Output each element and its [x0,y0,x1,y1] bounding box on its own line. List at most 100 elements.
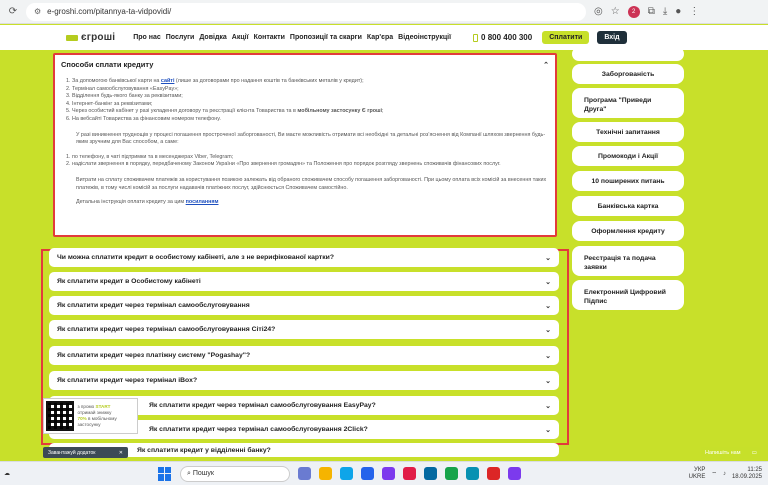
site-settings-icon[interactable]: ⚙ [34,7,41,16]
chat-icon: ▭ [751,450,757,456]
url-text: e-groshi.com/pitannya-ta-vidpovidi/ [47,7,172,16]
chevron-down-icon: ⌄ [545,326,551,334]
sidebar-item-referral[interactable]: Програма "Приведи Друга" [572,88,684,118]
logo-text: єгроші [81,32,116,43]
wifi-icon[interactable]: ⌔ [711,470,717,478]
sidebar-item-signature[interactable]: Електронний Цифровий Підпис [572,280,684,310]
sidebar-item-registration[interactable]: Реєстрація та подача заявки [572,246,684,276]
faq-item[interactable]: Як сплатити кредит через термінал iBox? ⌄ [49,371,559,390]
chevron-down-icon: ⌄ [545,377,551,385]
close-icon[interactable]: ✕ [119,450,123,456]
mobile-app-name: мобільному застосунку Є гроші [297,108,383,115]
sidebar-item-tech[interactable]: Технічні запитання [572,122,684,142]
start-icon[interactable] [158,466,172,481]
faq-item[interactable]: Чи можна сплатити кредит в особистому ка… [49,248,559,267]
pay-button[interactable]: Сплатити [542,31,590,44]
list-item: 2. надіслати звернення в порядку, передб… [66,161,501,168]
phone-link[interactable]: 0 800 400 300 [473,33,532,42]
clock[interactable]: 11:25 18.09.2025 [732,467,762,481]
instruction-link[interactable]: посиланням [186,199,219,205]
sidebar-item-promocodes[interactable]: Промокоди і Акції [572,146,684,166]
nav-item-about[interactable]: Про нас [133,34,161,41]
edge-icon[interactable] [340,467,353,480]
dropbox-icon[interactable] [424,467,437,480]
address-bar[interactable]: ⚙ e-groshi.com/pitannya-ta-vidpovidi/ [26,2,586,21]
file-explorer-icon[interactable] [319,467,332,480]
nav-item-promos[interactable]: Акції [232,34,249,41]
difficulty-paragraph: У разі виникнення труднощів у процесі по… [76,131,546,146]
nav-item-contacts[interactable]: Контакти [254,34,285,41]
avatar[interactable]: ● [675,6,681,17]
login-button[interactable]: Вхід [597,31,627,44]
chrome-icon[interactable] [445,467,458,480]
main-nav: Про нас Послуги Довідка Акції Контакти П… [133,34,451,41]
qr-code-icon [46,401,74,431]
accordion-title: Способи сплати кредиту [61,60,154,69]
chevron-down-icon: ⌄ [545,402,551,410]
chevron-up-icon[interactable]: ⌃ [543,61,549,69]
browser-toolbar: ⟳ ⚙ e-groshi.com/pitannya-ta-vidpovidi/ … [0,0,768,24]
list-item: 1. по телефону, в чаті підтримки та в ме… [66,153,234,160]
nav-item-help[interactable]: Довідка [199,34,226,41]
promo-banner[interactable]: з промо START отримай знижку 70% в мобіл… [43,398,138,434]
site-link[interactable]: сайті [161,78,175,84]
language-indicator[interactable]: УКР UKRE [689,467,706,481]
accordion-payment-methods: Способи сплати кредиту ⌃ 1. За допомогою… [53,53,557,237]
sidebar-item-loan[interactable]: Оформлення кредиту [572,221,684,241]
nav-item-feedback[interactable]: Пропозиції та скарги [290,34,362,41]
bookmark-star-icon[interactable]: ☆ [611,6,620,17]
logo[interactable]: єгроші [66,32,115,43]
extension-badge-icon[interactable]: 2 [627,5,640,18]
eye-off-icon[interactable]: ◎ [594,6,603,17]
logo-mark-icon [66,34,78,41]
chevron-down-icon: ⌄ [545,254,551,262]
system-tray: УКР UKRE ⌔ ♪ 11:25 18.09.2025 [689,467,762,481]
payment-methods-list: 1. За допомогою банківської карти на сай… [66,78,549,124]
list-item: 5. Через особистий кабінет у разі укладе… [66,108,384,115]
instruction-paragraph: Детальна інструкція оплати кредиту за ци… [76,199,219,206]
opera-icon[interactable] [487,467,500,480]
phone-number: 0 800 400 300 [481,33,533,42]
teams-icon[interactable] [382,467,395,480]
accordion-header[interactable]: Способи сплати кредиту ⌃ [61,60,549,69]
faq-item[interactable]: Як сплатити кредит через термінал самооб… [49,320,559,339]
reload-icon[interactable]: ⟳ [6,5,20,19]
chevron-down-icon: ⌄ [545,278,551,286]
chevron-down-icon: ⌄ [545,302,551,310]
list-item: 6. На вебсайті Товариства за фінансовим … [66,115,221,122]
extensions-icon[interactable]: ⧉ [648,6,655,17]
nav-item-career[interactable]: Кар'єра [367,34,393,41]
taskbar-search[interactable]: ⌕ Пошук [180,465,290,482]
download-app-bar[interactable]: Завантажуй додаток ✕ [43,447,128,458]
fees-paragraph: Витрати на сплату споживачем платежів за… [76,176,547,191]
store-icon[interactable] [361,467,374,480]
list-item: 3. Відділення будь-якого банку за реквіз… [66,93,183,100]
weather-icon[interactable]: ☁ [4,470,18,477]
taskbar: ☁ ⌕ Пошук УКР UKRE ⌔ ♪ 11:25 18.09.2025 [0,461,768,485]
downloads-icon[interactable]: ⤓ [663,6,667,17]
sidebar-item-partial[interactable] [572,47,684,61]
telegram-icon[interactable] [466,467,479,480]
sidebar-item-debt[interactable]: Заборгованість [572,64,684,84]
menu-icon[interactable]: ⋮ [689,6,699,17]
contact-methods-list: 1. по телефону, в чаті підтримки та в ме… [66,154,549,169]
faq-item[interactable]: Як сплатити кредит через термінал самооб… [49,296,559,315]
widgets-icon[interactable] [298,467,311,480]
nav-item-services[interactable]: Послуги [166,34,195,41]
accordion-body: 1. За допомогою банківської карти на сай… [61,78,549,207]
sidebar-item-bank-card[interactable]: Банківська картка [572,196,684,216]
chevron-down-icon: ⌄ [545,426,551,434]
faq-item[interactable]: Як сплатити кредит в Особистому кабінеті… [49,272,559,291]
list-item: 1. За допомогою банківської карти на сай… [66,78,364,84]
phone-icon [473,33,479,42]
list-item: 2. Термінал самообслуговування «EasyPay»… [66,85,179,92]
faq-item[interactable]: Як сплатити кредит через платіжну систем… [49,346,559,365]
sidebar-item-top10[interactable]: 10 поширених питань [572,171,684,191]
app-icon[interactable] [403,467,416,480]
nav-item-videos[interactable]: Відеоінструкції [398,34,451,41]
promo-text: з промо START отримай знижку 70% в мобіл… [77,404,117,427]
chevron-down-icon: ⌄ [545,352,551,360]
volume-icon[interactable]: ♪ [723,471,726,477]
chat-button[interactable]: Напишіть нам ▭ [701,447,761,459]
viber-icon[interactable] [508,467,521,480]
